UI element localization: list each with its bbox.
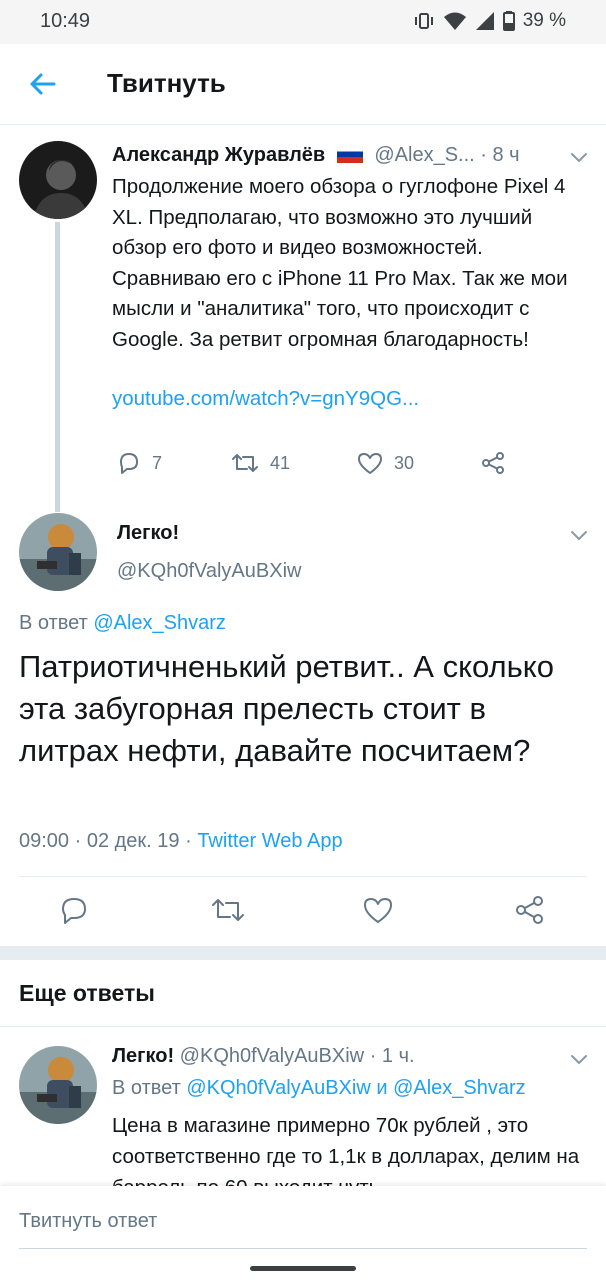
signal-icon [475,12,494,30]
avatar-image [19,513,97,591]
author-name[interactable]: Легко! [112,1045,174,1067]
reply-prefix: В ответ [112,1077,181,1099]
like-count: 30 [394,452,415,473]
more-replies-title: Еще ответы [19,980,155,1006]
retweet-icon [212,899,244,921]
tweet-time: · 8 ч [480,144,520,166]
tweet-meta: 09:00 · 02 дек. 19 · Twitter Web App [19,830,343,853]
reply-input[interactable]: Твитнуть ответ [19,1210,157,1233]
page-title: Твитнуть [107,68,226,98]
author-handle[interactable]: @KQh0fValyAuBXiw [117,560,301,583]
avatar-image [19,1046,97,1124]
tweet-text: Продолжение моего обзора о гуглофоне Pix… [112,175,568,351]
retweet-button[interactable] [210,894,244,926]
reply-count: 7 [152,452,163,473]
section-separator [0,946,606,960]
top-app-bar: Твитнуть [0,44,606,125]
chevron-down-icon[interactable] [568,524,590,546]
chevron-down-icon[interactable] [568,1048,590,1070]
avatar-legko[interactable] [19,1046,97,1124]
input-underline [19,1248,587,1249]
arrow-left-icon [30,73,56,95]
author-name[interactable]: Легко! [117,522,179,545]
reply-context: В ответ @KQh0fValyAuBXiw и @Alex_Shvarz [112,1077,526,1100]
retweet-button[interactable]: 41 [230,450,290,476]
share-icon [482,452,504,474]
status-icons: 39 % [413,10,566,32]
like-button[interactable] [362,894,394,926]
heart-icon [364,898,392,923]
status-time: 10:49 [40,10,91,32]
reply-icon [62,898,86,924]
wifi-icon [443,12,466,30]
share-icon [516,896,543,924]
reply-text: Цена в магазине примерно 70к рублей , эт… [112,1114,580,1188]
reply-to-link[interactable]: @Alex_Shvarz [93,612,226,634]
retweet-icon [232,454,258,472]
author-handle[interactable]: @Alex_S... [374,144,474,166]
tweet-timestamp: 09:00 · 02 дек. 19 · [19,830,192,852]
reply-prefix: В ответ [19,612,88,634]
reply-context: В ответ @Alex_Shvarz [19,612,226,635]
reply-to-link[interactable]: @Alex_Shvarz [393,1077,526,1099]
retweet-count: 41 [270,452,291,473]
share-button[interactable] [514,894,546,926]
share-button[interactable] [480,450,506,476]
thread-line [55,222,60,512]
divider [19,876,587,877]
reply-and: и [376,1077,388,1099]
tweet-header: Александр Журавлёв @Alex_S... · 8 ч [112,144,576,167]
battery-icon [502,11,515,31]
avatar-alexander[interactable] [19,141,97,219]
reply-button[interactable] [58,894,90,926]
reply-button[interactable]: 7 [116,450,162,476]
tweet-link[interactable]: youtube.com/watch?v=gnY9QG... [112,387,419,411]
tweet-actions-large [0,894,606,934]
divider [0,1026,606,1027]
reply-header: Легко! @KQh0fValyAuBXiw · 1 ч. [112,1045,415,1068]
tweet-text: Патриотичненький ретвит.. А сколько эта … [19,649,554,768]
battery-percent: 39 % [522,10,566,31]
gesture-nav-handle[interactable] [250,1266,356,1271]
avatar-image [19,141,97,219]
vibrate-icon [414,13,433,29]
heart-icon [358,453,382,474]
client-link[interactable]: Twitter Web App [197,830,342,852]
reply-to-link[interactable]: @KQh0fValyAuBXiw [186,1077,370,1099]
chevron-down-icon[interactable] [568,146,590,168]
like-button[interactable]: 30 [356,450,414,476]
reply-icon [120,453,138,474]
status-bar: 10:49 39 % [0,0,606,44]
back-button[interactable] [26,68,58,100]
avatar-legko[interactable] [19,513,97,591]
author-handle[interactable]: @KQh0fValyAuBXiw [180,1045,364,1067]
author-name[interactable]: Александр Журавлёв [112,144,325,166]
tweet-time: · 1 ч. [369,1045,415,1067]
russia-flag-icon [336,146,363,163]
